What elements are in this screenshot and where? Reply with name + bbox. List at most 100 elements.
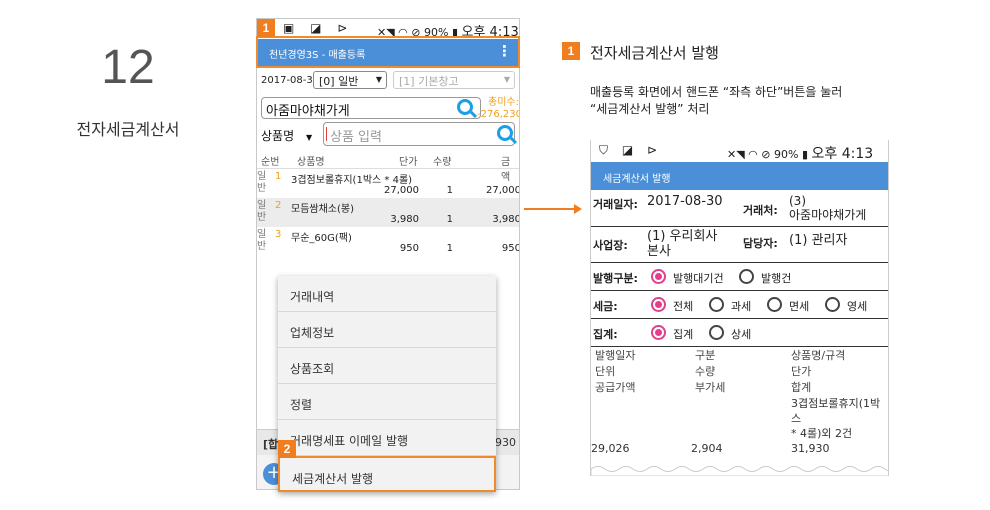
row-name: 3겹점보롤휴지(1박스 * 4롤): [291, 175, 413, 186]
customer-value: 아줌마야채가게: [266, 104, 350, 119]
form-row-trade: 거래일자: 2017-08-30 거래처: (3) 아줌마야채가게: [591, 190, 888, 227]
customer-input[interactable]: 아줌마야채가게: [261, 97, 481, 119]
desc-text: 매출등록 화면에서 핸드폰 “좌측 하단”버튼을 눌러 “세금계산서 발행” 처…: [590, 84, 842, 118]
product-input[interactable]: 상품 입력: [323, 122, 515, 146]
col-name: 상품명: [297, 157, 325, 168]
radio-tax-exempt[interactable]: [767, 297, 782, 312]
type-select[interactable]: [0] 일반 ▼: [313, 71, 387, 89]
tax-taxable-label: 과세: [731, 300, 752, 313]
table-row[interactable]: 일반 2 모듬쌈채소(봉) 3,980 1 3,980: [257, 198, 519, 227]
trade-date-value[interactable]: 2017-08-30: [647, 194, 723, 209]
search-icon[interactable]: [497, 125, 513, 141]
grid-header-col2: 구분 수량 부가세: [695, 348, 725, 396]
row-qty: 1: [446, 214, 453, 225]
tax-exempt-label: 면세: [789, 300, 810, 313]
unpaid-total: 총미수: -276,230: [477, 97, 519, 121]
grid-item-line-2: * 4롤)외 2건: [791, 427, 853, 440]
chevron-down-icon: ▼: [375, 75, 382, 84]
menu-item-trade-history[interactable]: 거래내역: [278, 276, 496, 312]
phone-screen-tax-invoice: ⛉ ◪ ⊳ ✕◥ ◠ ⊘ 90% ▮ 오후 4:13 세금계산서 발행 거래일자…: [590, 140, 889, 476]
radio-tax-all[interactable]: [651, 297, 666, 312]
menu-item-product-lookup[interactable]: 상품조회: [278, 348, 496, 384]
summary-label: 집계:: [593, 328, 618, 341]
menu-item-email-statement[interactable]: 거래명세표 이메일 발행: [278, 420, 496, 456]
form-row-issue: 발행구분: 발행대기건 발행건: [591, 263, 888, 291]
partner-code: (3): [789, 194, 806, 208]
torn-edge: [591, 466, 888, 476]
col-no: 순번: [261, 157, 280, 168]
partner-value[interactable]: (3) 아줌마야채가게: [789, 194, 866, 222]
grid-total: 31,930: [791, 442, 830, 455]
radio-tax-zero[interactable]: [825, 297, 840, 312]
grid-header-col3: 상품명/규격 단가 합계: [791, 348, 845, 396]
app-title: 세금계산서 발행: [603, 174, 671, 185]
warehouse-select[interactable]: [1] 기본창고 ▼: [393, 71, 515, 89]
grid-h-issue-date: 발행일자: [595, 349, 636, 362]
row-amount: 3,980: [492, 214, 520, 225]
radio-tax-taxable[interactable]: [709, 297, 724, 312]
manager-label: 담당자:: [743, 237, 778, 250]
status-icons: ▣ ◪ ⊳: [283, 21, 354, 35]
row-price: 950: [399, 243, 419, 254]
battery-icon: ▮: [801, 148, 812, 161]
product-field-select[interactable]: 상품명 ▼: [261, 127, 312, 144]
trade-date-label: 거래일자:: [593, 198, 638, 211]
tax-label: 세금:: [593, 300, 618, 313]
context-menu: 거래내역 업체정보 상품조회 정렬 거래명세표 이메일 발행 세금계산서 발행: [278, 276, 496, 492]
unpaid-label: 총미수:: [488, 97, 519, 108]
grid-h-supply: 공급가액: [595, 381, 636, 394]
row-amount: 27,000: [486, 185, 520, 196]
product-placeholder: 상품 입력: [330, 130, 382, 145]
app-bar: 세금계산서 발행: [591, 162, 888, 190]
battery-percent: 90%: [773, 148, 799, 161]
row-price: 3,980: [390, 214, 419, 225]
radio-detail[interactable]: [709, 325, 724, 340]
grid-vat: 2,904: [691, 442, 723, 455]
issued-label: 발행건: [761, 272, 792, 285]
grid-item-line-1: 3겹점보롤휴지(1박스: [791, 397, 881, 425]
partner-label: 거래처:: [743, 204, 778, 217]
row-side: 일반: [257, 200, 267, 223]
summary-left: [합: [263, 438, 279, 451]
step-number: 12: [101, 41, 155, 94]
radio-issue-pending[interactable]: [651, 269, 666, 284]
radio-summary[interactable]: [651, 325, 666, 340]
chevron-down-icon: ▼: [305, 133, 313, 142]
grid-h-vat: 부가세: [695, 381, 726, 394]
menu-item-sort[interactable]: 정렬: [278, 384, 496, 420]
signal-icon: ✕◥ ◠ ⊘: [727, 148, 774, 161]
status-bar: ⛉ ◪ ⊳ ✕◥ ◠ ⊘ 90% ▮ 오후 4:13: [591, 140, 888, 162]
clock: 오후 4:13: [811, 146, 874, 162]
badge-desc: 1: [562, 42, 580, 60]
grid-item-name: 3겹점보롤휴지(1박스 * 4롤)외 2건: [791, 396, 888, 441]
type-select-value: [0] 일반: [319, 75, 359, 88]
grid-row[interactable]: 3겹점보롤휴지(1박스 * 4롤)외 2건 29,026 2,904 31,93…: [591, 396, 888, 456]
badge-step-2: 2: [278, 440, 296, 458]
badge-step-1: 1: [257, 19, 275, 37]
grid-h-product: 상품명/규격: [791, 349, 846, 362]
tax-zero-label: 영세: [847, 300, 868, 313]
row-qty: 1: [446, 185, 453, 196]
form-row-business: 사업장: (1) 우리회사 본사 담당자: (1) 관리자: [591, 227, 888, 263]
detail-opt-label: 상세: [731, 328, 752, 341]
row-amount: 950: [501, 243, 520, 254]
business-value[interactable]: (1) 우리회사 본사: [647, 229, 717, 259]
menu-item-company-info[interactable]: 업체정보: [278, 312, 496, 348]
grid-header-col1: 발행일자 단위 공급가액: [595, 348, 635, 396]
chevron-down-icon: ▼: [503, 75, 510, 84]
row-name: 무순_60G(팩): [291, 233, 352, 244]
table-row[interactable]: 일반 3 무순_60G(팩) 950 1 950: [257, 227, 519, 256]
issue-pending-label: 발행대기건: [673, 272, 724, 285]
date-field[interactable]: 2017-08-30: [261, 75, 319, 86]
search-icon[interactable]: [457, 99, 473, 115]
partner-name: 아줌마야채가게: [789, 208, 867, 222]
business-value-1: (1) 우리회사: [647, 229, 718, 244]
menu-item-tax-invoice[interactable]: 세금계산서 발행: [278, 456, 496, 492]
manager-value[interactable]: (1) 관리자: [789, 229, 847, 248]
highlight-appbar: [256, 36, 520, 68]
table-row[interactable]: 일반 1 3겹점보롤휴지(1박스 * 4롤) 27,000 1 27,000: [257, 169, 519, 198]
form-row-summary: 집계: 집계 상세: [591, 319, 888, 347]
row-name: 모듬쌈채소(봉): [291, 204, 355, 215]
radio-issued[interactable]: [739, 269, 754, 284]
business-value-2: 본사: [647, 244, 671, 259]
